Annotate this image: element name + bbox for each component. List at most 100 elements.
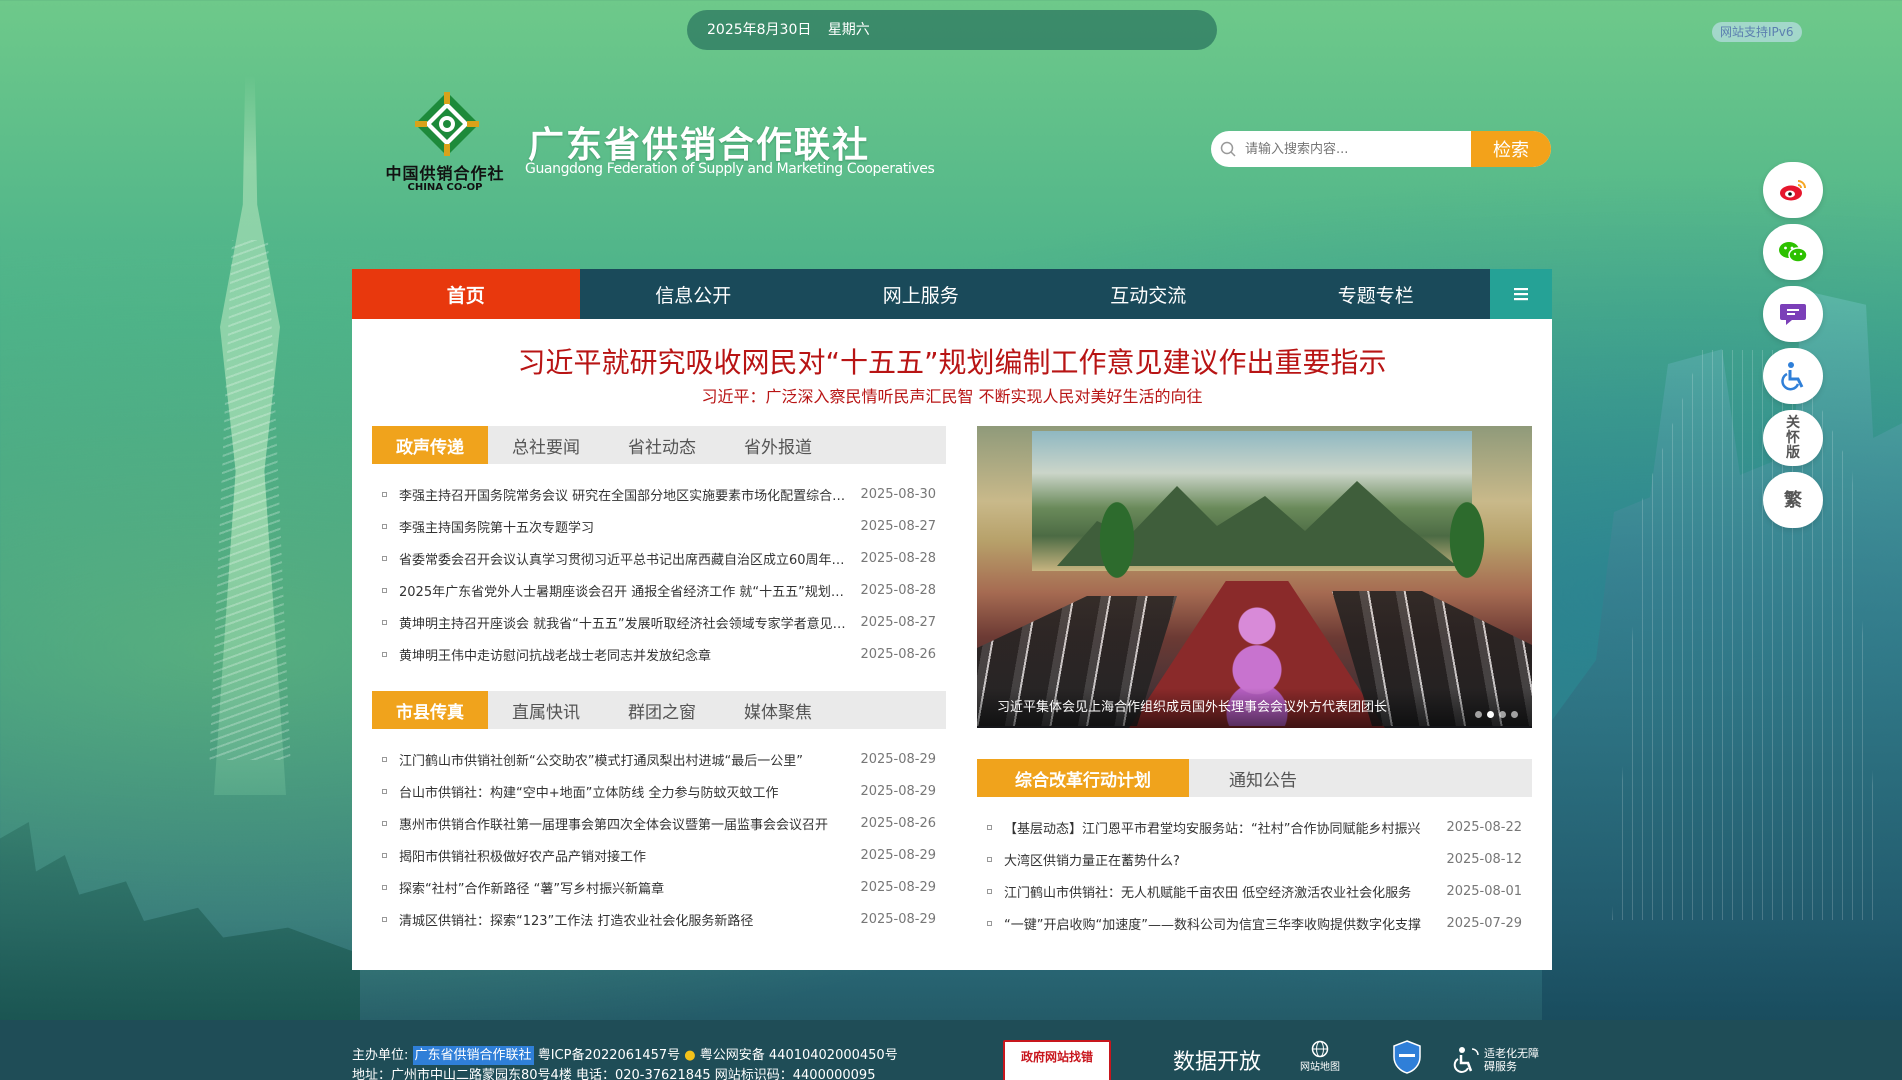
footer: 主办单位: 广东省供销合作联社 粤ICP备2022061457号 ● 粤公网安备… (0, 1020, 1902, 1080)
search-input[interactable] (1245, 131, 1471, 167)
footer-host-link[interactable]: 广东省供销合作联社 (412, 1046, 534, 1065)
main-nav: 首页 信息公开 网上服务 互动交流 专题专栏 (352, 269, 1552, 319)
care-mode-button[interactable]: 关怀版 (1763, 410, 1823, 466)
main-panel: 习近平就研究吸收网民对“十五五”规划编制工作意见建议作出重要指示 习近平：广泛深… (352, 319, 1552, 970)
message-button[interactable] (1763, 286, 1823, 342)
list-item[interactable]: 江门鹤山市供销社：无人机赋能千亩农田 低空经济激活农业社会化服务 2025-08-… (977, 875, 1532, 907)
nav-item-interaction[interactable]: 互动交流 (1035, 269, 1263, 319)
sitemap-link[interactable]: 网站地图 (1300, 1040, 1340, 1078)
photo-caption[interactable]: 习近平集体会见上海合作组织成员国外长理事会会议外方代表团团长 (977, 688, 1532, 728)
aging-accessibility-link[interactable]: 适老化无障碍服务 (1452, 1045, 1548, 1075)
bullet-icon (382, 884, 387, 890)
security-shield-link[interactable] (1393, 1040, 1421, 1078)
list-item[interactable]: 【基层动态】江门恩平市君堂均安服务站：“社村”合作协同赋能乡村振兴 2025-08… (977, 811, 1532, 843)
traditional-chinese-label: 繁 (1784, 489, 1802, 511)
bullet-icon (382, 619, 387, 625)
section3-tabs: 综合改革行动计划 通知公告 (977, 759, 1532, 797)
care-mode-label: 关怀版 (1786, 414, 1800, 461)
aging-label: 适老化无障碍服务 (1484, 1047, 1539, 1073)
search-button[interactable]: 检索 (1471, 131, 1551, 167)
list-item[interactable]: “一键”开启收购“加速度”——数科公司为信宜三华李收购提供数字化支撑 2025-0… (977, 907, 1532, 939)
carousel-dot-active[interactable] (1487, 711, 1494, 718)
list-item[interactable]: 李强主持召开国务院常务会议 研究在全国部分地区实施要素市场化配置综合改革试点 20… (372, 478, 946, 510)
tab-zhengsheng[interactable]: 政声传递 (372, 426, 488, 464)
hamburger-menu-icon (1513, 288, 1528, 301)
bullet-icon (382, 852, 387, 858)
gov-site-error-report-badge[interactable]: 政府网站找错 (1003, 1040, 1111, 1080)
bullet-icon (382, 491, 387, 497)
message-icon (1780, 304, 1806, 325)
bullet-icon (382, 756, 387, 762)
list-item[interactable]: 江门鹤山市供销社创新“公交助农”模式打通凤梨出村进城“最后一公里” 2025-08… (372, 743, 946, 775)
wheelchair-icon (1781, 362, 1804, 391)
list-item[interactable]: 黄坤明王伟中走访慰问抗战老战士老同志并发放纪念章 2025-08-26 (372, 638, 946, 670)
list-item[interactable]: 清城区供销社：探索“123”工作法 打造农业社会化服务新路径 2025-08-29 (372, 903, 946, 935)
bullet-icon (382, 820, 387, 826)
list-item[interactable]: 揭阳市供销社积极做好农产品产销对接工作 2025-08-29 (372, 839, 946, 871)
bullet-icon (987, 888, 992, 894)
carousel-dot[interactable] (1511, 711, 1518, 718)
china-coop-emblem-icon (415, 92, 479, 156)
section2-list: 江门鹤山市供销社创新“公交助农”模式打通凤梨出村进城“最后一公里” 2025-08… (372, 743, 946, 935)
search-icon (1211, 131, 1245, 167)
nav-item-topics[interactable]: 专题专栏 (1262, 269, 1490, 319)
footer-host-label: 主办单位: (352, 1048, 409, 1063)
float-toolbar: 关怀版 繁 (1763, 162, 1823, 534)
list-item[interactable]: 省委常委会召开会议认真学习贯彻习近平总书记出席西藏自治区成立60周年庆祝活动 20… (372, 542, 946, 574)
tab-notices[interactable]: 通知公告 (1189, 759, 1337, 797)
footer-icp[interactable]: 粤ICP备2022061457号 (538, 1048, 680, 1063)
traditional-chinese-button[interactable]: 繁 (1763, 472, 1823, 528)
aging-wheelchair-icon (1453, 1047, 1479, 1073)
footer-address: 地址：广州市中山二路蒙园东80号4楼 电话：020-37621845 网站标识码… (352, 1068, 876, 1080)
shield-icon (1393, 1040, 1421, 1074)
bullet-icon (382, 555, 387, 561)
plant-left (1087, 496, 1147, 606)
list-item[interactable]: 探索“社村”合作新路径 “薯”写乡村振兴新篇章 2025-08-29 (372, 871, 946, 903)
news-photo-carousel[interactable]: 习近平集体会见上海合作组织成员国外长理事会会议外方代表团团长 (977, 426, 1532, 728)
accessibility-button[interactable] (1763, 348, 1823, 404)
weibo-button[interactable] (1763, 162, 1823, 218)
wechat-button[interactable] (1763, 224, 1823, 280)
nav-item-home[interactable]: 首页 (352, 269, 580, 319)
wechat-icon (1779, 242, 1808, 263)
list-item[interactable]: 2025年广东省党外人士暑期座谈会召开 通报全省经济工作 就“十五五”规划听取意… (372, 574, 946, 606)
list-item[interactable]: 惠州市供销合作联社第一届理事会第四次全体会议暨第一届监事会会议召开 2025-08… (372, 807, 946, 839)
list-item[interactable]: 黄坤明主持召开座谈会 就我省“十五五”发展听取经济社会领域专家学者意见建议 202… (372, 606, 946, 638)
bullet-icon (382, 788, 387, 794)
weekday-text: 星期六 (827, 22, 870, 38)
list-item[interactable]: 大湾区供销力量正在蓄势什么? 2025-08-12 (977, 843, 1532, 875)
tab-zongshe-news[interactable]: 总社要闻 (488, 426, 604, 464)
nav-menu-button[interactable] (1489, 269, 1552, 319)
search-box: 检索 (1211, 131, 1551, 167)
list-item[interactable]: 台山市供销社：构建“空中+地面”立体防线 全力参与防蚊灭蚊工作 2025-08-2… (372, 775, 946, 807)
china-coop-logo[interactable]: 中国供销合作社 CHINA CO-OP (375, 90, 515, 195)
headline-title[interactable]: 习近平就研究吸收网民对“十五五”规划编制工作意见建议作出重要指示 (352, 341, 1552, 381)
site-subtitle: Guangdong Federation of Supply and Marke… (525, 161, 935, 177)
bullet-icon (382, 916, 387, 922)
tab-city-county[interactable]: 市县传真 (372, 691, 488, 729)
footer-line1: 主办单位: 广东省供销合作联社 粤ICP备2022061457号 ● 粤公网安备… (352, 1044, 898, 1065)
carousel-dot[interactable] (1475, 711, 1482, 718)
list-item[interactable]: 李强主持国务院第十五次专题学习 2025-08-27 (372, 510, 946, 542)
tab-direct-news[interactable]: 直属快讯 (488, 691, 604, 729)
tab-provincial-news[interactable]: 省社动态 (604, 426, 720, 464)
sitemap-label: 网站地图 (1300, 1062, 1340, 1073)
date-bar: 2025年8月30日 星期六 (687, 10, 1217, 50)
tab-reform-plan[interactable]: 综合改革行动计划 (977, 759, 1189, 797)
nav-item-online-service[interactable]: 网上服务 (807, 269, 1035, 319)
nav-item-info-disclosure[interactable]: 信息公开 (580, 269, 808, 319)
section2-tabs: 市县传真 直属快讯 群团之窗 媒体聚焦 (372, 691, 946, 729)
bullet-icon (987, 920, 992, 926)
section1-tabs: 政声传递 总社要闻 省社动态 省外报道 (372, 426, 946, 464)
canton-tower-lights (209, 240, 291, 760)
tab-outside-reports[interactable]: 省外报道 (720, 426, 836, 464)
bullet-icon (382, 651, 387, 657)
headline-subtitle[interactable]: 习近平：广泛深入察民情听民声汇民智 不断实现人民对美好生活的向往 (352, 383, 1552, 407)
footer-police[interactable]: 粤公网安备 44010402000450号 (700, 1048, 898, 1063)
carousel-dot[interactable] (1499, 711, 1506, 718)
bullet-icon (987, 856, 992, 862)
data-open-link[interactable]: 数据开放 (1173, 1044, 1261, 1076)
tab-media-focus[interactable]: 媒体聚焦 (720, 691, 836, 729)
tab-mass-groups[interactable]: 群团之窗 (604, 691, 720, 729)
carousel-dots (1475, 711, 1518, 718)
